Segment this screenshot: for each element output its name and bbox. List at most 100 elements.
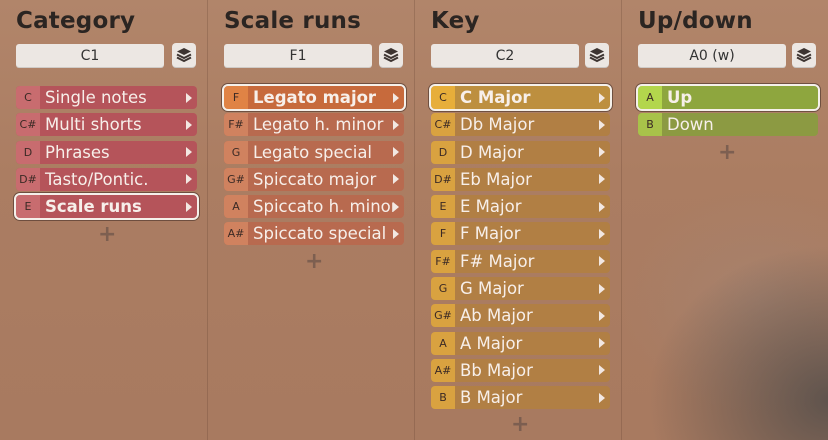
- note-badge: G#: [431, 304, 455, 328]
- note-badge: A: [431, 331, 455, 355]
- chevron-right-icon[interactable]: [599, 147, 605, 158]
- plus-icon[interactable]: +: [511, 414, 529, 436]
- note-badge: A: [638, 86, 662, 109]
- articulation-selector[interactable]: C1: [16, 44, 164, 68]
- list-item[interactable]: A# Spiccato special: [224, 222, 404, 246]
- item-label: Single notes: [45, 88, 147, 107]
- chevron-right-icon[interactable]: [599, 338, 605, 349]
- layers-button[interactable]: [172, 43, 196, 68]
- note-badge: D: [431, 140, 455, 164]
- note-badge: B: [638, 113, 662, 137]
- item-label: Legato special: [253, 142, 373, 162]
- item-label: G Major: [460, 279, 524, 299]
- list-item[interactable]: G# Ab Major: [431, 304, 610, 328]
- chevron-right-icon[interactable]: [393, 119, 399, 130]
- chevron-right-icon[interactable]: [599, 310, 605, 321]
- list-item[interactable]: C# Multi shorts: [16, 113, 197, 137]
- chevron-right-icon[interactable]: [599, 365, 605, 376]
- list-item[interactable]: D# Tasto/Pontic.: [16, 167, 197, 191]
- note-badge: F#: [431, 249, 455, 273]
- list-item-selected[interactable]: C C Major: [429, 84, 612, 111]
- item-label: Spiccato special: [253, 224, 387, 244]
- note-badge: B: [431, 386, 455, 410]
- list-item[interactable]: C Single notes: [16, 86, 197, 109]
- list-item[interactable]: D Phrases: [16, 140, 197, 164]
- chevron-right-icon[interactable]: [393, 174, 399, 185]
- layers-icon: [796, 48, 812, 63]
- item-label: C Major: [460, 88, 531, 107]
- list-item[interactable]: G Legato special: [224, 140, 404, 164]
- chevron-right-icon[interactable]: [186, 92, 192, 103]
- list-item[interactable]: BB Major: [431, 386, 610, 410]
- item-list: F Legato major F# Legato h. minor G Legato …: [222, 84, 406, 250]
- column-key: Key C2 C C Major C# Db Major DD Major D# Eb…: [414, 0, 621, 440]
- item-label: Eb Major: [460, 169, 532, 189]
- chevron-right-icon[interactable]: [393, 92, 399, 103]
- list-item[interactable]: DD Major: [431, 140, 610, 164]
- list-item[interactable]: C# Db Major: [431, 113, 610, 137]
- item-label: A Major: [460, 333, 523, 353]
- chevron-right-icon[interactable]: [599, 119, 605, 130]
- note-badge: G#: [224, 167, 248, 191]
- chevron-right-icon[interactable]: [599, 392, 605, 403]
- chevron-right-icon[interactable]: [393, 201, 399, 212]
- chevron-right-icon[interactable]: [599, 256, 605, 267]
- list-item-selected[interactable]: A Up: [636, 84, 820, 111]
- plus-icon[interactable]: +: [305, 251, 323, 273]
- list-item-selected[interactable]: F Legato major: [222, 84, 406, 111]
- chevron-right-icon[interactable]: [599, 174, 605, 185]
- item-label: Multi shorts: [45, 115, 142, 135]
- note-badge: D#: [16, 167, 40, 191]
- note-badge: F: [224, 86, 248, 109]
- list-item[interactable]: D# Eb Major: [431, 167, 610, 191]
- chevron-right-icon[interactable]: [393, 147, 399, 158]
- chevron-right-icon[interactable]: [599, 201, 605, 212]
- column-title: Scale runs: [224, 8, 361, 34]
- list-item[interactable]: EE Major: [431, 195, 610, 219]
- list-item[interactable]: B Down: [638, 113, 818, 137]
- note-badge: A#: [431, 358, 455, 382]
- list-item[interactable]: F# F# Major: [431, 249, 610, 273]
- chevron-right-icon[interactable]: [186, 201, 192, 212]
- chevron-right-icon[interactable]: [599, 92, 605, 103]
- note-badge: C: [431, 86, 455, 109]
- list-item-selected[interactable]: E Scale runs: [14, 193, 199, 221]
- note-badge: C: [16, 86, 40, 109]
- articulation-selector[interactable]: A0 (w): [638, 44, 786, 68]
- note-badge: A#: [224, 222, 248, 246]
- list-item[interactable]: GG Major: [431, 277, 610, 301]
- plus-icon[interactable]: +: [98, 224, 116, 246]
- item-label: Phrases: [45, 142, 110, 162]
- item-label: Bb Major: [460, 360, 533, 380]
- list-item[interactable]: F# Legato h. minor: [224, 113, 404, 137]
- chevron-right-icon[interactable]: [393, 228, 399, 239]
- layers-button[interactable]: [792, 43, 816, 68]
- list-item[interactable]: A Spiccato h. minor: [224, 195, 404, 219]
- layers-icon: [383, 48, 399, 63]
- item-label: Scale runs: [45, 197, 142, 217]
- item-list: CC Major C# Db Major DD Major D# Eb Major …: [429, 84, 612, 414]
- list-item[interactable]: FF Major: [431, 222, 610, 246]
- list-item[interactable]: A# Bb Major: [431, 358, 610, 382]
- note-badge: F#: [224, 113, 248, 137]
- chevron-right-icon[interactable]: [186, 147, 192, 158]
- layers-button[interactable]: [379, 43, 403, 68]
- chevron-right-icon[interactable]: [599, 228, 605, 239]
- chevron-right-icon[interactable]: [186, 119, 192, 130]
- item-label: B Major: [460, 388, 523, 408]
- item-label: E Major: [460, 197, 522, 217]
- column-title: Up/down: [638, 8, 753, 34]
- chevron-right-icon[interactable]: [186, 174, 192, 185]
- item-label: Spiccato major: [253, 169, 377, 189]
- plus-icon[interactable]: +: [718, 142, 736, 164]
- list-item[interactable]: G# Spiccato major: [224, 167, 404, 191]
- note-badge: G: [224, 140, 248, 164]
- list-item[interactable]: AA Major: [431, 331, 610, 355]
- layers-button[interactable]: [585, 43, 609, 68]
- item-label: D Major: [460, 142, 524, 162]
- chevron-right-icon[interactable]: [599, 283, 605, 294]
- item-list: C Single notes C# Multi shorts D Phrases D#…: [14, 86, 199, 222]
- articulation-selector[interactable]: F1: [224, 44, 372, 68]
- articulation-selector[interactable]: C2: [431, 44, 579, 68]
- note-badge: D: [16, 140, 40, 164]
